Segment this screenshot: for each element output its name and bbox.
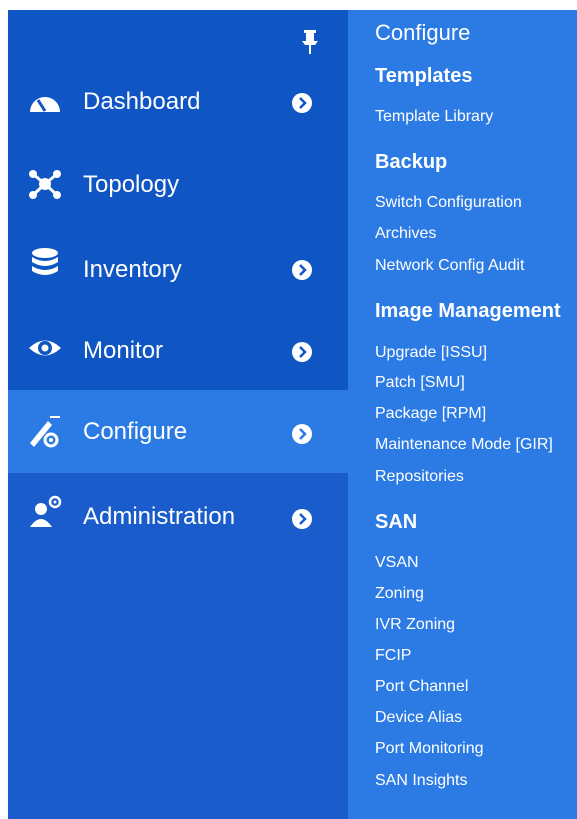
menu-item-network-config-audit[interactable]: Network Config Audit (375, 257, 524, 275)
menu-item-san-insights[interactable]: SAN Insights (375, 772, 467, 790)
nav-label-configure: Configure (83, 418, 188, 445)
menu-item-fcip[interactable]: FCIP (375, 647, 411, 665)
eye-icon (29, 340, 61, 356)
flyout-title: Configure (375, 20, 471, 45)
database-icon (32, 248, 58, 275)
nav-label-topology: Topology (83, 171, 180, 198)
menu-item-port-monitoring[interactable]: Port Monitoring (375, 740, 484, 758)
nav-label-dashboard: Dashboard (83, 88, 201, 115)
nav-label-monitor: Monitor (83, 337, 164, 364)
configure-flyout-menu: Configure Templates Template Library Bac… (348, 10, 577, 819)
menu-item-patch-smu[interactable]: Patch [SMU] (375, 374, 465, 392)
menu-item-upgrade-issu[interactable]: Upgrade [ISSU] (375, 344, 487, 362)
chevron-right-icon[interactable] (291, 341, 313, 363)
menu-item-repositories[interactable]: Repositories (375, 468, 464, 486)
admin-user-gear-icon (30, 495, 62, 527)
sidebar: Dashboard Topology Inventory Monitor Con… (8, 10, 348, 819)
menu-item-ivr-zoning[interactable]: IVR Zoning (375, 616, 455, 634)
nav-label-administration: Administration (83, 503, 236, 530)
nav-item-administration[interactable]: Administration (8, 473, 348, 556)
configure-wrench-icon (30, 416, 60, 448)
nav-item-configure[interactable]: Configure (8, 390, 348, 473)
dashboard-gauge-icon (30, 97, 60, 112)
menu-item-device-alias[interactable]: Device Alias (375, 709, 462, 727)
nav-item-dashboard[interactable]: Dashboard (8, 60, 348, 143)
chevron-right-icon[interactable] (291, 92, 313, 114)
menu-item-port-channel[interactable]: Port Channel (375, 678, 468, 696)
menu-item-package-rpm[interactable]: Package [RPM] (375, 405, 486, 423)
chevron-right-icon[interactable] (291, 259, 313, 281)
menu-item-archives[interactable]: Archives (375, 225, 436, 243)
chevron-right-icon[interactable] (291, 508, 313, 530)
nav-item-monitor[interactable]: Monitor (8, 309, 348, 392)
app-root: Dashboard Topology Inventory Monitor Con… (0, 0, 577, 819)
chevron-right-icon[interactable] (291, 423, 313, 445)
nav-item-inventory[interactable]: Inventory (8, 226, 348, 309)
menu-item-maintenance-mode-gir[interactable]: Maintenance Mode [GIR] (375, 436, 553, 454)
section-heading-backup: Backup (375, 151, 448, 173)
section-heading-templates: Templates (375, 65, 473, 87)
nav-label-inventory: Inventory (83, 256, 182, 283)
nav-item-topology[interactable]: Topology (8, 143, 348, 226)
menu-item-switch-configuration[interactable]: Switch Configuration (375, 194, 522, 212)
menu-item-zoning[interactable]: Zoning (375, 585, 424, 603)
pin-icon[interactable] (298, 28, 322, 56)
section-heading-san: SAN (375, 511, 418, 533)
section-heading-image-management: Image Management (375, 300, 561, 322)
topology-network-icon (29, 170, 61, 199)
menu-item-template-library[interactable]: Template Library (375, 108, 493, 126)
menu-item-vsan[interactable]: VSAN (375, 554, 419, 572)
